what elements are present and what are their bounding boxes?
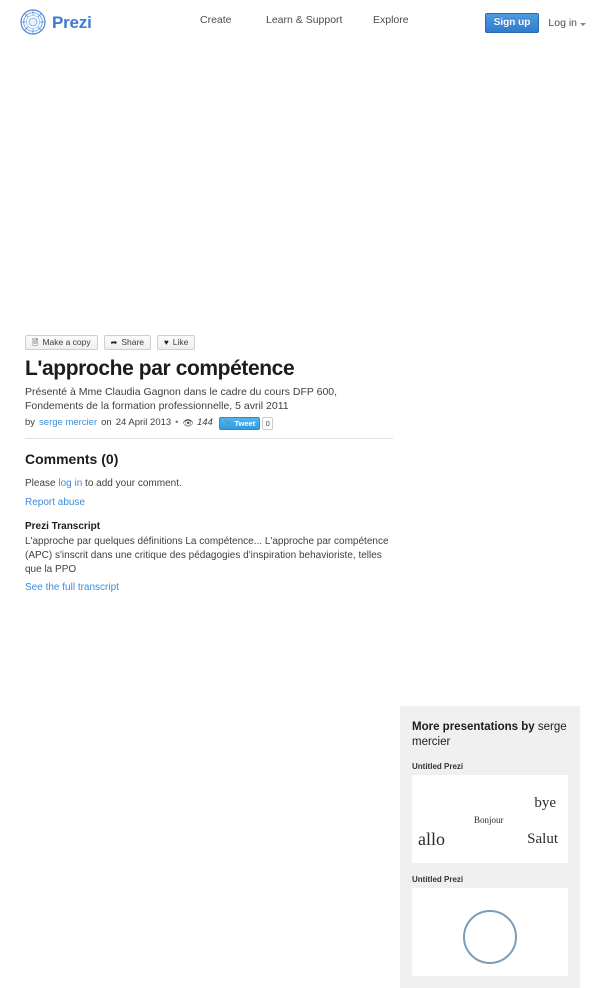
- sign-up-button[interactable]: Sign up: [484, 13, 540, 33]
- share-label: Share: [121, 337, 145, 348]
- prezi-logo-icon: [20, 9, 46, 35]
- tweet-count: 0: [262, 416, 274, 430]
- nav-learn-support[interactable]: Learn & Support: [266, 14, 373, 26]
- see-full-transcript-link[interactable]: See the full transcript: [25, 582, 119, 593]
- view-count: 👁 144: [183, 416, 213, 429]
- comments-count: (0): [101, 450, 119, 467]
- comment-prompt-before: Please: [25, 477, 56, 489]
- comment-login-prompt: Please log in to add your comment.: [25, 478, 393, 489]
- page-title: L'approche par compétence: [25, 357, 295, 380]
- list-item[interactable]: Untitled Prezi bye Bonjour allo Salut: [412, 762, 568, 863]
- thumb-word-allo: allo: [418, 828, 445, 849]
- byline-divider: [25, 437, 393, 439]
- header-actions: Sign up Log in: [484, 13, 586, 33]
- comment-prompt-after: to add your comment.: [85, 477, 182, 489]
- comments-heading-label: Comments: [25, 450, 98, 467]
- thumb-word-bye: bye: [534, 794, 556, 811]
- related-presentation-thumbnail[interactable]: bye Bonjour allo Salut: [412, 774, 568, 863]
- list-item[interactable]: Untitled Prezi: [412, 875, 568, 976]
- nav-create[interactable]: Create: [200, 14, 266, 26]
- sidebar-heading-prefix: More presentations by: [412, 721, 535, 733]
- make-a-copy-button[interactable]: 🗎 Make a copy: [25, 335, 98, 350]
- publish-date: 24 April 2013: [115, 417, 172, 429]
- tweet-button[interactable]: 🐦 Tweet: [218, 416, 261, 430]
- thumb-word-bonjour: Bonjour: [474, 814, 504, 825]
- tweet-widget: 🐦 Tweet 0: [218, 416, 274, 430]
- comments-heading: Comments (0): [25, 451, 393, 467]
- byline-separator: •: [175, 417, 179, 429]
- related-presentation-title: Untitled Prezi: [412, 761, 464, 771]
- copy-icon: 🗎: [32, 337, 39, 347]
- report-abuse-link[interactable]: Report abuse: [25, 497, 85, 508]
- twitter-bird-icon: 🐦: [223, 418, 233, 426]
- transcript-body: L'approche par quelques définitions La c…: [25, 535, 389, 575]
- main-column: L'approche par compétence Présenté à Mme…: [25, 357, 393, 595]
- presentation-description: Présenté à Mme Claudia Gagnon dans le ca…: [25, 386, 338, 413]
- transcript-heading: Prezi Transcript: [25, 520, 101, 532]
- make-a-copy-label: Make a copy: [42, 337, 91, 348]
- byline-on-prefix: on: [101, 417, 112, 429]
- like-label: Like: [172, 337, 189, 348]
- like-button[interactable]: ♥ Like: [157, 335, 196, 350]
- comment-login-link[interactable]: log in: [58, 478, 82, 489]
- action-toolbar: 🗎 Make a copy ➦ Share ♥ Like: [25, 335, 196, 350]
- transcript-section: Prezi Transcript L'approche par quelques…: [25, 521, 393, 595]
- site-header: Prezi Create Learn & Support Explore Sig…: [0, 0, 600, 47]
- prezi-wordmark: Prezi: [52, 12, 92, 32]
- main-navigation: Create Learn & Support Explore: [200, 14, 433, 26]
- related-presentations-sidebar: More presentations by serge mercier Unti…: [400, 706, 580, 988]
- nav-explore[interactable]: Explore: [373, 14, 433, 26]
- thumb-word-salut: Salut: [527, 830, 558, 847]
- chevron-down-icon: [580, 22, 586, 26]
- prezi-logo-link[interactable]: Prezi: [20, 9, 92, 35]
- sidebar-heading: More presentations by serge mercier: [412, 720, 568, 750]
- log-in-menu[interactable]: Log in: [548, 17, 586, 29]
- related-presentation-title: Untitled Prezi: [412, 874, 464, 884]
- eye-icon: 👁: [182, 417, 194, 428]
- circle-icon: [463, 909, 517, 964]
- prezi-player-viewport[interactable]: [0, 47, 600, 325]
- related-presentation-thumbnail[interactable]: [412, 887, 568, 976]
- log-in-label: Log in: [548, 17, 577, 29]
- heart-icon: ♥: [164, 337, 169, 347]
- author-link[interactable]: serge mercier: [39, 416, 97, 429]
- view-count-value: 144: [196, 417, 213, 429]
- share-button[interactable]: ➦ Share: [103, 335, 152, 350]
- tweet-label: Tweet: [234, 418, 256, 428]
- byline-by-prefix: by: [25, 417, 36, 429]
- byline: by serge mercier on 24 April 2013 • 👁 14…: [25, 416, 393, 430]
- share-icon: ➦: [110, 337, 118, 347]
